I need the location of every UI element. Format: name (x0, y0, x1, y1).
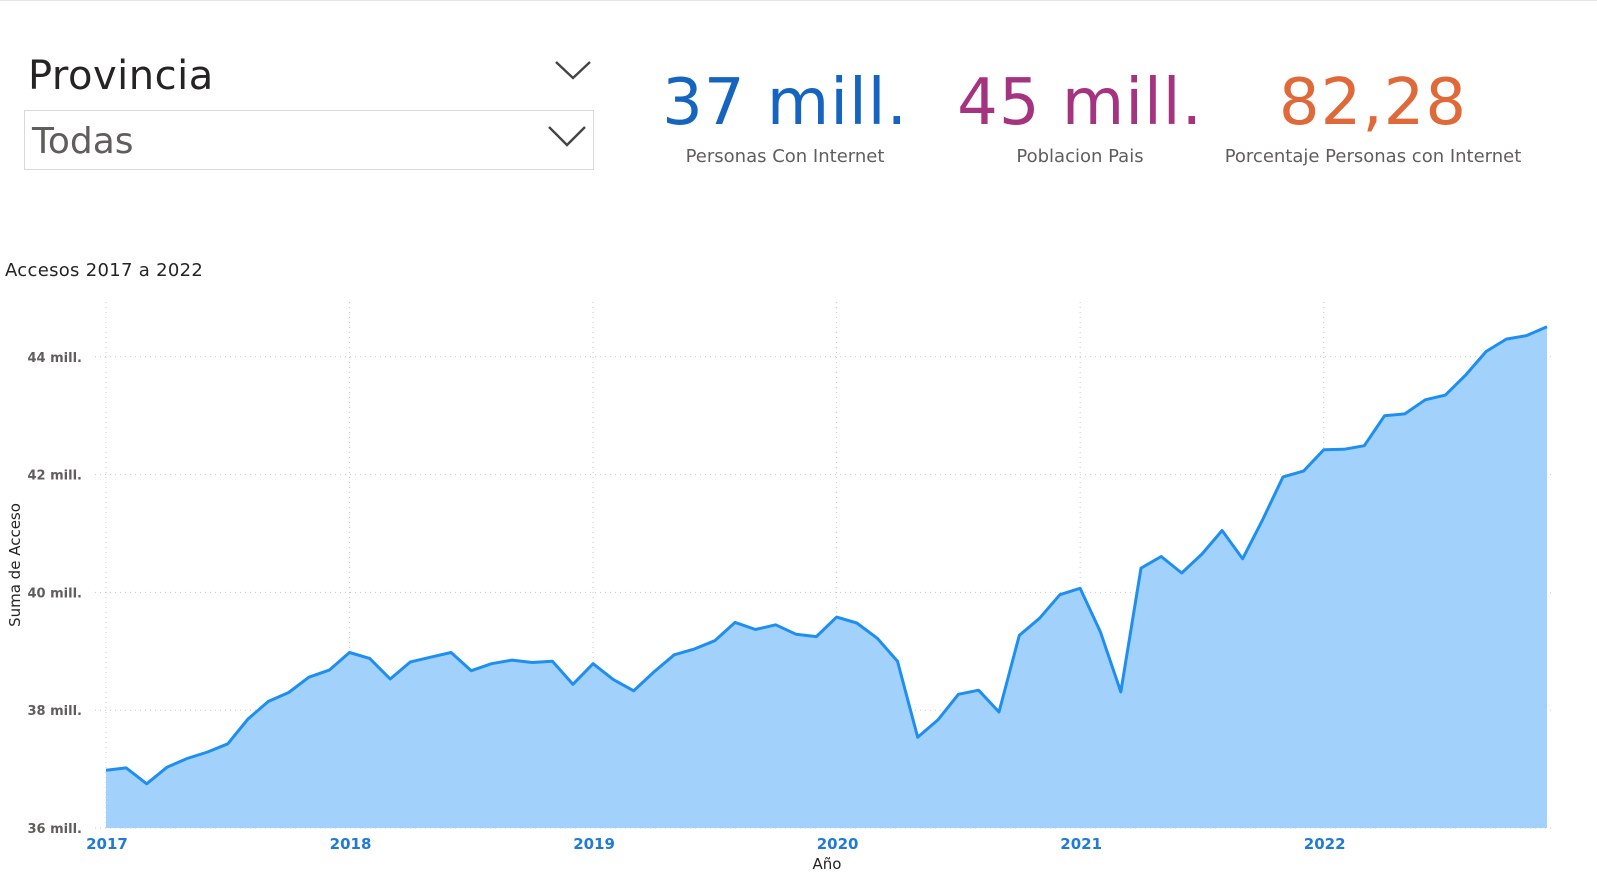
series-area (106, 326, 1547, 828)
y-tick-label: 38 mill. (28, 704, 82, 719)
x-tick-label: 2021 (1060, 835, 1102, 853)
x-tick-label: 2017 (86, 835, 128, 853)
area-chart: 36 mill. 38 mill. 40 mill. 42 mill. 44 mill.… (6, 302, 1555, 873)
x-axis-label: Año (813, 855, 842, 873)
y-tick-label: 42 mill. (28, 469, 82, 484)
x-tick-label: 2019 (573, 835, 615, 853)
x-tick-label: 2018 (330, 835, 372, 853)
y-tick-label: 36 mill. (28, 822, 82, 837)
y-tick-label: 44 mill. (28, 351, 82, 366)
x-tick-label: 2020 (817, 835, 859, 853)
y-tick-label: 40 mill. (28, 586, 82, 601)
x-tick-label: 2022 (1304, 835, 1346, 853)
y-axis-label: Suma de Acceso (6, 503, 24, 627)
